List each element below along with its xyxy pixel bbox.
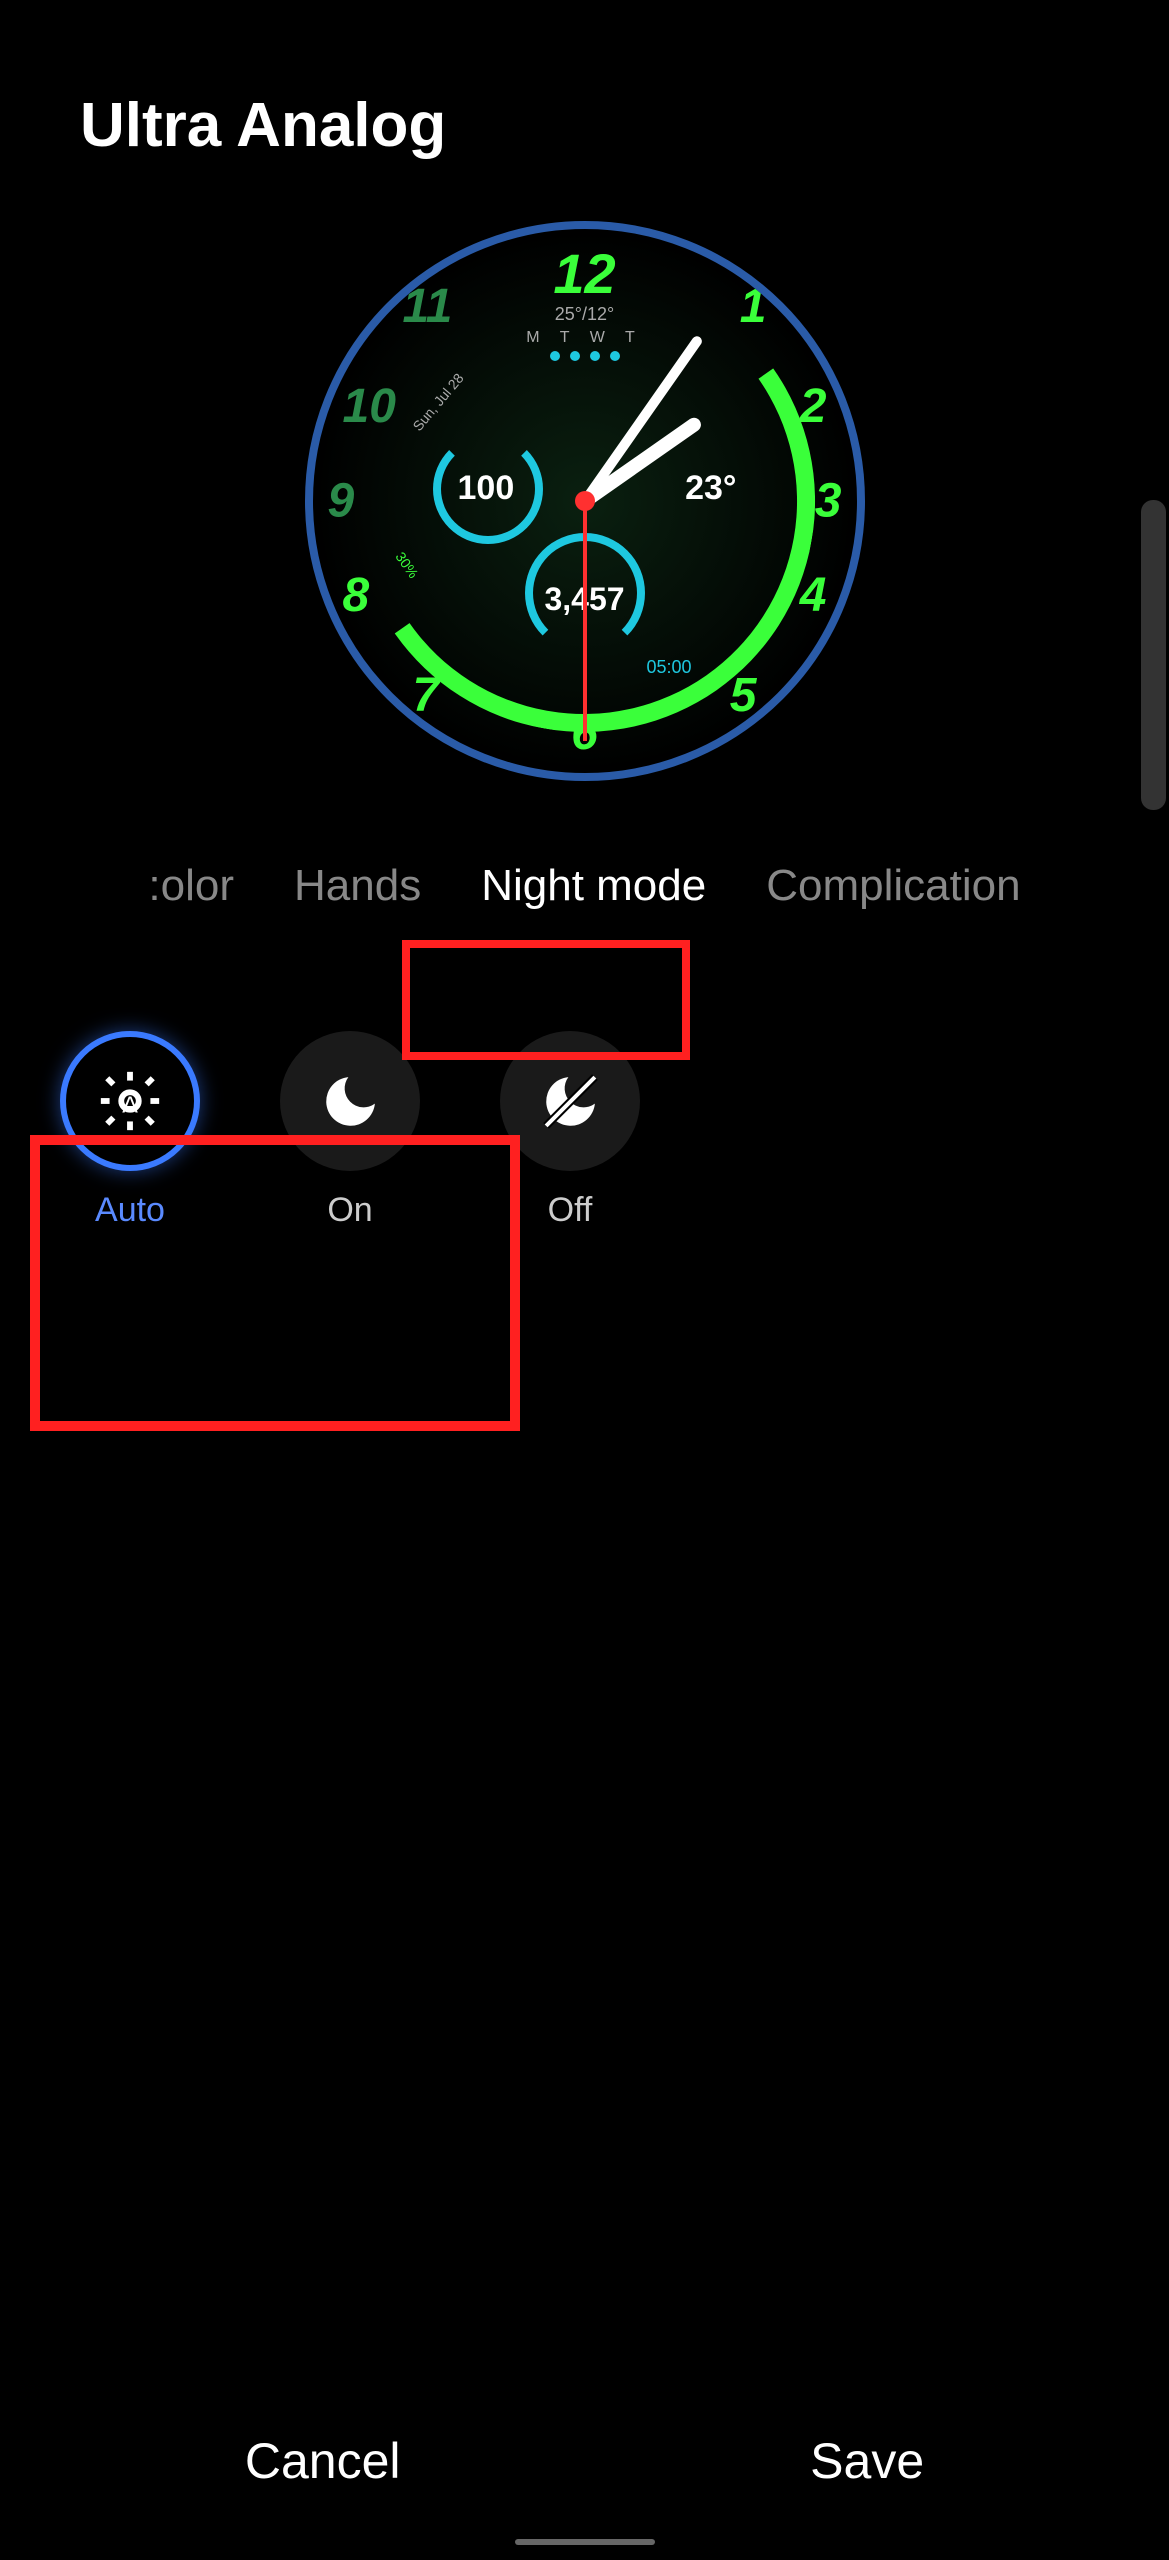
hour-11: 11 [403,279,453,334]
home-indicator[interactable] [515,2539,655,2545]
hour-2: 2 [800,379,827,434]
hour-4: 4 [800,568,827,623]
tab-night-mode[interactable]: Night mode [481,861,706,911]
hour-10: 10 [343,379,396,434]
battery-value: 100 [458,469,515,508]
watch-center-pin [575,491,595,511]
hour-9: 9 [328,474,355,529]
weather-complication: 25°/12° [555,304,614,325]
hour-1: 1 [740,279,767,334]
option-off[interactable]: Off [500,1031,640,1230]
option-off-label: Off [548,1191,593,1230]
tab-color[interactable]: :olor [148,861,234,911]
temperature-complication: 23° [685,469,736,508]
weekdays-complication: M T W T [526,329,642,347]
watch-bezel: 12 1 2 3 4 5 6 7 8 9 10 11 25°/12° M T W… [305,221,865,781]
tab-complication[interactable]: Complication [766,861,1020,911]
hour-7: 7 [413,668,440,723]
hour-8: 8 [343,568,370,623]
header: Ultra Analog [0,0,1169,201]
hour-12: 12 [553,241,615,306]
save-button[interactable]: Save [810,2432,924,2490]
watch-face[interactable]: 12 1 2 3 4 5 6 7 8 9 10 11 25°/12° M T W… [305,221,865,781]
sunset-complication: 05:00 [646,657,691,678]
moon-phase-complication [550,351,620,361]
watch-preview: 12 1 2 3 4 5 6 7 8 9 10 11 25°/12° M T W… [0,201,1169,801]
hour-5: 5 [730,668,757,723]
page-title: Ultra Analog [80,90,1089,161]
cancel-button[interactable]: Cancel [245,2432,401,2490]
tab-hands[interactable]: Hands [294,861,421,911]
hour-3: 3 [815,474,842,529]
annotation-highlight-tab [402,940,690,1060]
second-hand [583,501,587,741]
svg-text:A: A [122,1092,138,1118]
tab-bar: :olor Hands Night mode Complication [0,801,1169,951]
annotation-highlight-options [30,1135,520,1431]
bottom-bar: Cancel Save [0,2382,1169,2560]
scrollbar[interactable] [1141,500,1166,810]
